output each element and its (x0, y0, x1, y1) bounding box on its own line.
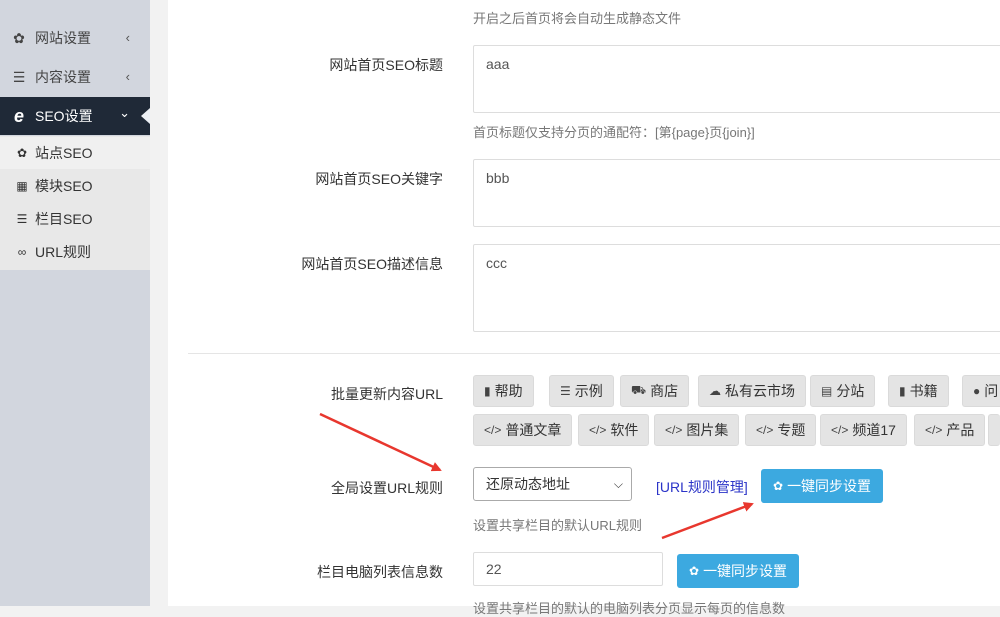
divider (188, 353, 1000, 354)
list-icon: ☰ (560, 384, 571, 398)
button-label: 产品 (946, 422, 975, 438)
book-icon: ▮ (899, 384, 906, 398)
button-label: 商店 (650, 383, 679, 399)
comment-icon: ● (973, 384, 981, 398)
button-label: 图片集 (686, 422, 729, 438)
batch-button-substation[interactable]: ▤ 分站 (810, 375, 876, 407)
list-icon: ☰ (12, 68, 26, 85)
cloud-icon: ☁ (709, 384, 721, 398)
button-label: 软件 (610, 422, 639, 438)
sidebar-item-label: 网站设置 (35, 30, 91, 46)
main-content: 开启之后首页将会自动生成静态文件 网站首页SEO标题 aaa 首页标题仅支持分页… (168, 0, 1000, 616)
cart-icon: ⛟ (631, 383, 647, 397)
button-label: 分站 (836, 383, 865, 399)
code-icon: </> (589, 423, 607, 437)
seo-description-label: 网站首页SEO描述信息 (301, 256, 443, 272)
button-label: 频道17 (852, 422, 896, 438)
button-label: 一键同步设置 (703, 563, 788, 579)
sidebar-subitem-module-seo[interactable]: ▦ 模块SEO (0, 170, 150, 202)
gear-icon: ✿ (773, 479, 784, 493)
sync-url-button[interactable]: ✿ 一键同步设置 (761, 469, 884, 503)
sidebar-item-label: 内容设置 (35, 69, 91, 85)
static-page-help: 开启之后首页将会自动生成静态文件 (473, 11, 682, 26)
list-icon: ☰ (16, 212, 28, 226)
batch-button-cloud-market[interactable]: ☁ 私有云市场 (698, 375, 806, 407)
code-icon: </> (925, 423, 943, 437)
code-icon: </> (665, 423, 683, 437)
pc-list-help: 设置共享栏目的默认的电脑列表分页显示每页的信息数 (473, 601, 786, 616)
sidebar-subitem-url-rules[interactable]: ∞ URL规则 (0, 236, 150, 268)
batch-button-help[interactable]: ▮ 帮助 (473, 375, 534, 407)
chevron-down-icon: ⌵ (613, 477, 623, 491)
code-icon: </> (756, 423, 774, 437)
pc-list-label: 栏目电脑列表信息数 (317, 564, 443, 580)
sidebar-subitem-label: 栏目SEO (35, 211, 93, 227)
link-icon: ∞ (17, 245, 27, 259)
batch-update-label: 批量更新内容URL (330, 386, 443, 402)
seo-title-label: 网站首页SEO标题 (329, 57, 443, 73)
button-label: 问 (984, 383, 999, 399)
batch-button-software[interactable]: </> 软件 (578, 414, 650, 446)
active-indicator (141, 108, 150, 124)
sidebar-subitem-column-seo[interactable]: ☰ 栏目SEO (0, 203, 150, 235)
sidebar-subitem-label: 模块SEO (35, 178, 93, 194)
button-label: 一键同步设置 (787, 478, 872, 494)
chevron-left-icon: ‹ (125, 69, 130, 84)
batch-button-partial[interactable] (988, 414, 1000, 446)
batch-button-books[interactable]: ▮ 书籍 (888, 375, 949, 407)
sidebar-subitem-site-seo[interactable]: ✿ 站点SEO (0, 137, 150, 169)
batch-button-qa[interactable]: ● 问 (962, 375, 1000, 407)
batch-button-article[interactable]: </> 普通文章 (473, 414, 573, 446)
grid-icon: ▦ (16, 179, 28, 193)
chevron-down-icon: ⌄ (119, 105, 130, 120)
batch-button-example[interactable]: ☰ 示例 (549, 375, 614, 407)
button-label: 示例 (574, 383, 603, 399)
batch-button-gallery[interactable]: </> 图片集 (654, 414, 740, 446)
batch-button-channel17[interactable]: </> 频道17 (820, 414, 907, 446)
url-rule-select[interactable]: 还原动态地址 ⌵ (473, 467, 632, 501)
global-url-help: 设置共享栏目的默认URL规则 (473, 518, 643, 533)
sidebar: ✿ 网站设置 ‹ ☰ 内容设置 ‹ e SEO设置 ⌄ ✿ 站点SEO ▦ 模块… (0, 0, 150, 606)
chevron-left-icon: ‹ (125, 30, 130, 45)
seo-title-textarea[interactable]: aaa (473, 45, 1000, 113)
sidebar-item-seo-settings[interactable]: e SEO设置 ⌄ (0, 97, 150, 135)
batch-button-shop[interactable]: ⛟ 商店 (620, 375, 690, 407)
select-value: 还原动态地址 (486, 476, 570, 492)
button-label: 普通文章 (505, 422, 562, 438)
sidebar-subitem-label: 站点SEO (35, 145, 93, 161)
button-label: 帮助 (494, 383, 523, 399)
gear-icon: ✿ (16, 146, 28, 160)
sidebar-subitem-label: URL规则 (35, 244, 92, 260)
button-label: 私有云市场 (725, 383, 795, 399)
gear-icon: ✿ (13, 29, 25, 46)
code-icon: </> (484, 423, 502, 437)
seo-description-textarea[interactable]: ccc (473, 244, 1000, 332)
sidebar-item-content-settings[interactable]: ☰ 内容设置 ‹ (0, 58, 150, 96)
ie-icon: e (13, 105, 24, 126)
book-icon: ▮ (484, 384, 491, 398)
seo-keywords-textarea[interactable]: bbb (473, 159, 1000, 227)
sidebar-item-site-settings[interactable]: ✿ 网站设置 ‹ (0, 19, 150, 57)
url-rule-manage-link[interactable]: [URL规则管理] (656, 477, 748, 497)
pc-list-input[interactable]: 22 (473, 552, 663, 586)
batch-button-topic[interactable]: </> 专题 (745, 414, 817, 446)
seo-keywords-label: 网站首页SEO关键字 (315, 171, 443, 187)
button-label: 专题 (777, 422, 806, 438)
code-icon: </> (831, 423, 849, 437)
sync-pc-list-button[interactable]: ✿ 一键同步设置 (677, 554, 800, 588)
seo-title-help: 首页标题仅支持分页的通配符：[第{page}页{join}] (473, 125, 755, 140)
global-url-label: 全局设置URL规则 (330, 480, 443, 496)
batch-button-product[interactable]: </> 产品 (914, 414, 986, 446)
server-icon: ▤ (821, 384, 833, 398)
sidebar-item-label: SEO设置 (35, 108, 93, 124)
button-label: 书籍 (909, 383, 938, 399)
gear-icon: ✿ (689, 564, 700, 578)
